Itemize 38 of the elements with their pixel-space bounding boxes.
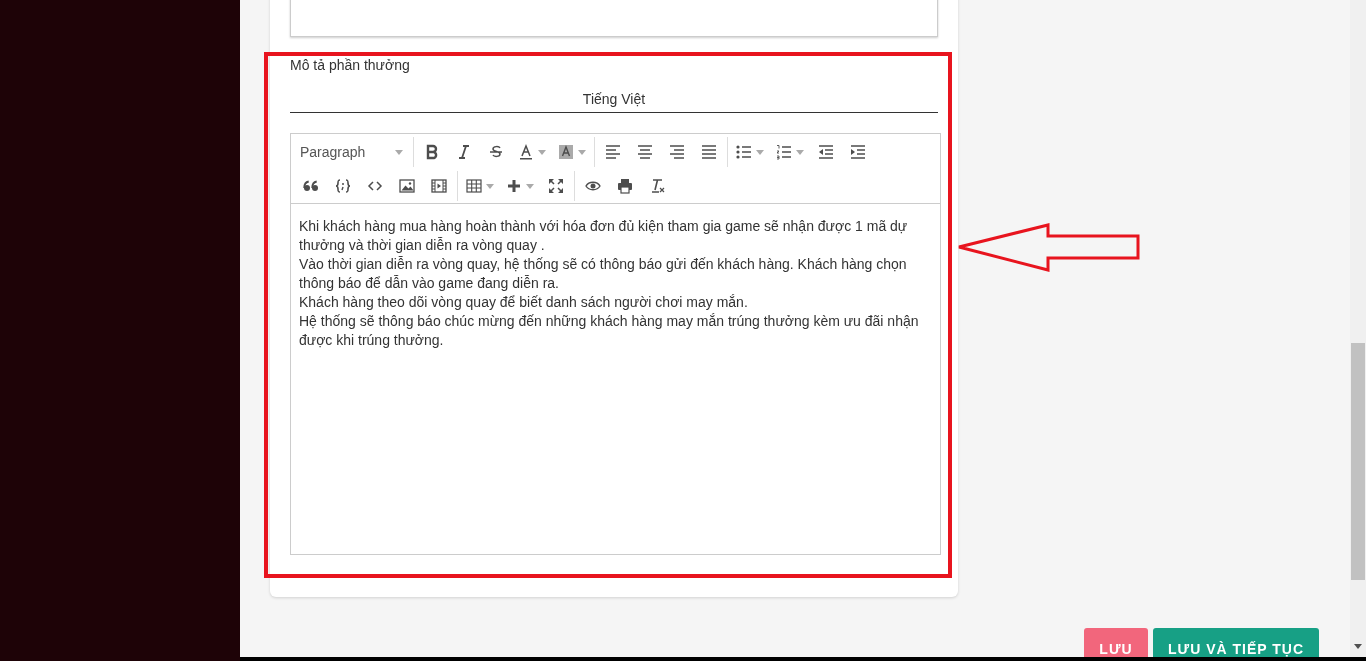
caret-icon [756,149,764,155]
paragraph-format-dropdown[interactable]: Paragraph [293,137,411,167]
align-left-icon [605,144,621,160]
video-icon [431,178,447,194]
caret-icon [796,149,804,155]
highlight-color-icon [558,144,574,160]
numbered-list-icon [776,144,792,160]
indent-icon [850,144,866,160]
plus-icon [506,178,522,194]
paragraph: Hệ thống sẽ thông báo chúc mừng đến những khách hàng may mắn trúng thưởng kèm ưu đãi nhận được khi trúng thưởng. [299,312,920,350]
paragraph: Khách hàng theo dõi vòng quay để biết danh sách người chơi may mắn. [299,293,749,312]
scroll-down-icon[interactable] [1354,644,1362,649]
caret-icon [538,149,546,155]
align-justify-icon [701,144,717,160]
align-center-icon [637,144,653,160]
bullet-list-icon [736,144,752,160]
caret-icon [486,183,494,189]
fullscreen-icon [548,178,564,194]
quote-icon [303,178,319,194]
scrollbar-thumb[interactable] [1351,343,1365,580]
caret-icon [578,149,586,155]
text-color-icon [518,144,534,160]
paragraph: Khi khách hàng mua hàng hoàn thành với hóa đơn đủ kiện tham gia game sẽ nhận được 1 mã dự thưởng và thời gian diễn ra vòng quay . [299,217,909,255]
bold-icon [424,144,440,160]
table-icon [466,178,482,194]
caret-icon [526,183,534,189]
field-label: Mô tả phần thưởng [290,56,410,74]
paragraph: Vào thời gian diễn ra vòng quay, hệ thống sẽ có thông báo gửi đến khách hàng. Khách hàng chọn thông báo để dẫn vào game đang diễn ra. [299,255,908,293]
image-icon [399,178,415,194]
language-tab[interactable]: Tiếng Việt [574,86,654,112]
align-right-icon [669,144,685,160]
italic-icon [456,144,472,160]
print-icon [617,178,633,194]
code-block-icon [335,178,351,194]
clear-format-icon [649,178,665,194]
strikethrough-icon [488,144,504,160]
caret-icon [395,149,403,155]
outdent-icon [818,144,834,160]
